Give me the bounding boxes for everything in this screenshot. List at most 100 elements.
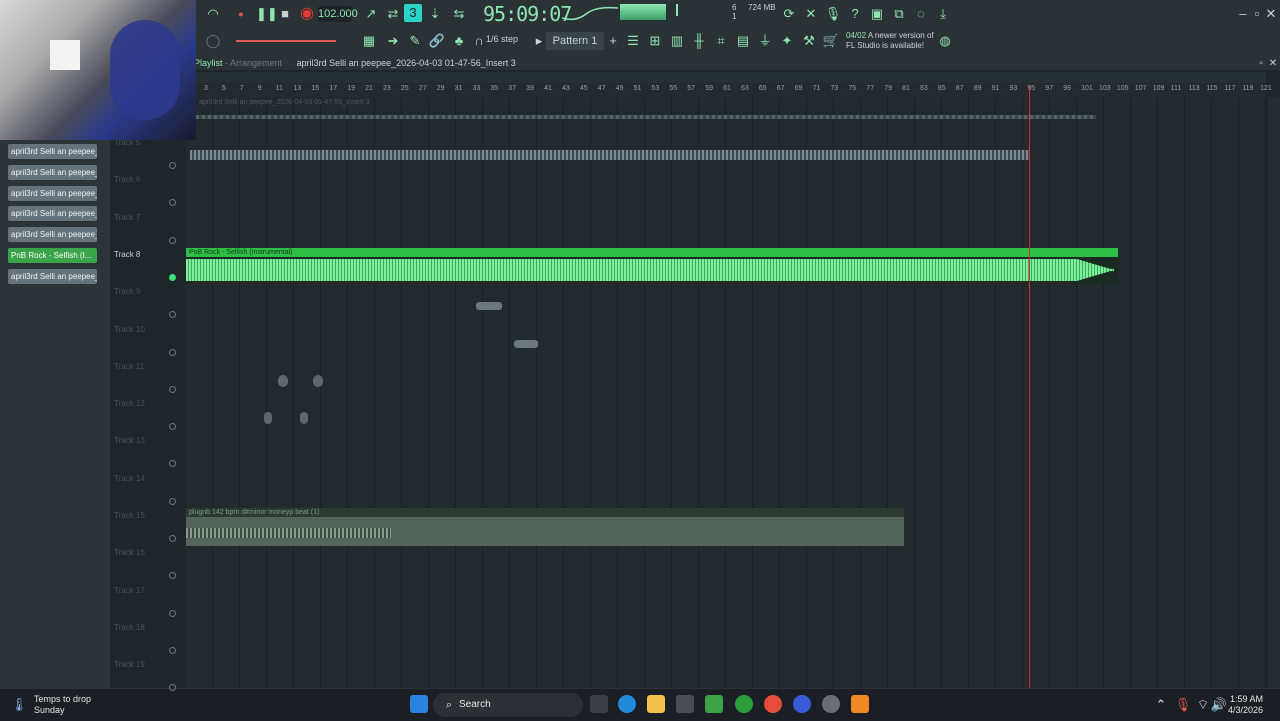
track-enable-toggle[interactable] [169, 423, 176, 431]
clip-audio-top[interactable]: april3rd Selli an peepee_2026-04-03 01-4… [196, 98, 1096, 128]
playlist-close-icon[interactable]: ✕ [1264, 55, 1280, 73]
playlist-mode[interactable]: Arrangement [230, 58, 282, 68]
track-enable-toggle[interactable] [169, 385, 176, 393]
metronome-icon[interactable]: ◠ [204, 5, 222, 23]
master-pitch-slider[interactable] [236, 40, 336, 42]
clip-audio-track5[interactable] [190, 143, 1030, 167]
stop-icon[interactable]: ■ [276, 5, 294, 23]
snap-step[interactable]: 1/6 step [486, 34, 518, 44]
playhead[interactable] [1029, 86, 1030, 688]
track-enable-toggle[interactable] [169, 535, 176, 542]
multilink-icon[interactable]: ✕ [802, 5, 820, 23]
track-header[interactable]: Track 8 [114, 250, 140, 259]
clip-tiny-1[interactable] [278, 375, 288, 387]
cart-icon[interactable]: 🛒 [822, 32, 840, 50]
clip-tiny-4[interactable] [300, 412, 308, 424]
picker-clip[interactable]: PnB Rock - Selfish (I... [8, 248, 97, 263]
file-explorer-icon[interactable] [647, 695, 665, 713]
link-icon[interactable]: 🔗 [428, 32, 446, 50]
store-icon[interactable] [676, 695, 694, 713]
track-enable-toggle[interactable] [169, 236, 176, 244]
track-header[interactable]: Track 12 [114, 399, 145, 408]
track-enable-toggle[interactable] [169, 460, 176, 468]
update-icon[interactable]: ◍ [936, 32, 954, 50]
track-header[interactable]: Track 15 [114, 511, 145, 520]
microphone-icon[interactable]: 🎙 [824, 5, 842, 23]
master-volume-knob[interactable]: ◯ [204, 32, 222, 50]
track-enable-toggle[interactable] [169, 609, 176, 617]
arrow-right-icon[interactable]: ➜ [384, 32, 402, 50]
clipboard-icon[interactable]: ▤ [734, 32, 752, 50]
windows-start-icon[interactable] [410, 695, 428, 713]
track-enable-toggle[interactable] [169, 497, 176, 505]
picker-clip[interactable]: april3rd Selli an peepee_... [8, 164, 97, 180]
blend-notes-icon[interactable]: ⇣ [426, 5, 444, 23]
download-icon[interactable]: ⤓ [934, 5, 952, 23]
track-header[interactable]: Track 13 [114, 436, 145, 445]
plugin-icon[interactable]: ⧉ [890, 5, 908, 23]
picker-clip[interactable]: april3rd Selli an peepee_... [8, 227, 97, 243]
pause-icon[interactable]: ❚❚ [256, 5, 278, 23]
taskbar-clock[interactable]: 1:59 AM 4/3/2026 [1228, 694, 1263, 716]
picker-clip[interactable]: april3rd Selli an peepee_... [8, 268, 97, 284]
tray-chevron-icon[interactable]: ⌃ [1152, 696, 1170, 714]
fl-studio-icon[interactable] [851, 695, 869, 713]
help-icon[interactable]: ? [846, 5, 864, 23]
track-header[interactable]: Track 11 [114, 362, 144, 371]
track-header[interactable]: Track 16 [114, 548, 145, 557]
refresh-icon[interactable]: ⟳ [780, 5, 798, 23]
countdown-icon[interactable]: 3 [404, 4, 422, 22]
track-enable-toggle[interactable] [169, 162, 176, 169]
vertical-scrollbar[interactable] [1268, 97, 1280, 688]
playlist-grid[interactable] [186, 97, 1266, 688]
track-header[interactable]: Track 19 [114, 660, 145, 669]
record-icon[interactable]: ◉ [298, 5, 316, 23]
tools-icon[interactable]: ⚒ [800, 32, 818, 50]
song-time-display[interactable]: 95:09:07 [483, 2, 572, 26]
weather-widget[interactable]: Temps to drop Sunday [34, 694, 91, 716]
chrome-icon[interactable] [764, 695, 782, 713]
draw-icon[interactable]: ✎ [406, 32, 424, 50]
channel-icon[interactable]: ╫ [690, 32, 708, 50]
clip-small-2[interactable] [514, 324, 540, 354]
track-enable-toggle[interactable] [169, 572, 176, 580]
track-header[interactable]: Track 17 [114, 586, 145, 595]
timeline-ruler[interactable]: 3 5 7 9 11 13 15 17 19 21 23 25 27 29 31 33 35 37 39 41 43 45… [196, 83, 1272, 98]
wait-icon[interactable]: ⇄ [384, 5, 402, 23]
clip-tiny-2[interactable] [313, 375, 323, 387]
task-view-icon[interactable] [590, 695, 608, 713]
brush-icon[interactable]: ✦ [778, 32, 796, 50]
steam-icon[interactable] [822, 695, 840, 713]
track-header[interactable]: Track 14 [114, 474, 145, 483]
app-icon[interactable] [793, 695, 811, 713]
pattern-selector[interactable]: Pattern 1 [546, 32, 604, 50]
clip-small-1[interactable] [476, 286, 504, 316]
clip-tiny-3[interactable] [264, 412, 272, 424]
track-enable-toggle[interactable] [169, 311, 176, 319]
tempo-display[interactable]: 102.000 [318, 6, 358, 22]
close-icon[interactable]: ✕ [1262, 5, 1280, 23]
clip-selfish[interactable]: PnB Rock - Selfish (Instrumental) [186, 248, 1118, 284]
plus-icon[interactable]: + [604, 32, 622, 50]
picker-clip[interactable]: april3rd Selli an peepee_... [8, 206, 97, 222]
minecraft-icon[interactable] [705, 695, 723, 713]
track-enable-toggle[interactable] [169, 348, 176, 356]
channel-rack-icon[interactable]: ⊞ [646, 32, 664, 50]
volume-icon[interactable]: 🔊 [1210, 696, 1228, 714]
track-enable-toggle[interactable] [169, 199, 176, 207]
track-enable-toggle[interactable] [169, 273, 176, 281]
news-panel[interactable]: 04/02 A newer version of FL Studio is av… [846, 31, 934, 51]
track-header[interactable]: Track 9 [114, 287, 140, 296]
track-header[interactable]: Track 7 [114, 213, 140, 222]
clip-plugnb[interactable]: plugnb 142 bpm d#minor moneyp beat (1) [186, 508, 904, 546]
track-header[interactable]: Track 10 [114, 325, 145, 334]
xbox-icon[interactable] [735, 695, 753, 713]
playlist-icon[interactable]: ☰ [624, 32, 642, 50]
track-header[interactable]: Track 6 [114, 175, 140, 184]
loop-record-icon[interactable]: ⇆ [450, 5, 468, 23]
browser-icon[interactable]: ⌗ [712, 32, 730, 50]
playlist-overview[interactable] [196, 72, 1266, 83]
plug-icon[interactable]: ⏚ [756, 32, 774, 50]
picker-clip[interactable]: april3rd Selli an peepee_... [8, 144, 97, 159]
picker-clip[interactable]: april3rd Selli an peepee_... [8, 185, 97, 201]
